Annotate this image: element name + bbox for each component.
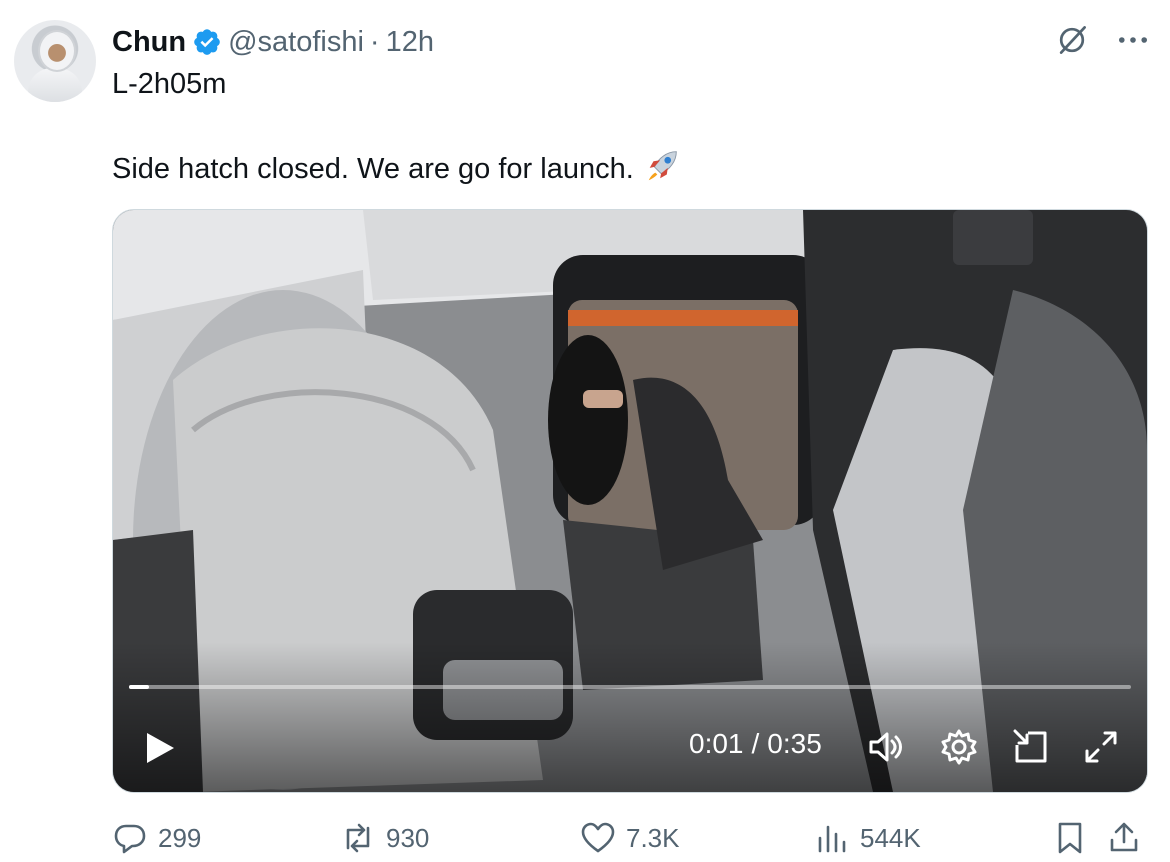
video-time: 0:01 / 0:35 [689,728,822,760]
like-button[interactable]: 7.3K [580,820,680,856]
reply-count: 299 [158,822,202,853]
avatar-helmet [38,30,76,72]
video-current-time: 0:01 [689,728,744,759]
rocket-icon [644,146,682,192]
bookmark-icon [1058,822,1082,854]
tweet-actions: 299 930 7.3K 544K [112,812,1146,862]
verified-badge-icon [192,27,222,57]
picture-in-picture-icon[interactable] [1011,727,1051,767]
fullscreen-icon[interactable] [1081,727,1121,767]
repost-count: 930 [386,822,430,853]
tweet-text-line1: L-2h05m [112,68,227,100]
share-icon [1110,822,1138,852]
tweet-text-line2: Side hatch closed. We are go for launch. [112,146,682,192]
share-button[interactable] [1106,820,1142,856]
tweet-text: Side hatch closed. We are go for launch. [112,152,634,185]
settings-icon[interactable] [939,727,979,767]
views-count: 544K [860,822,921,853]
video-duration: 0:35 [767,728,822,759]
author-name[interactable]: Chun [112,26,186,59]
reply-icon [114,824,146,854]
avatar-suit [28,68,82,102]
top-actions [1054,22,1150,63]
grok-icon[interactable] [1054,22,1090,63]
video-progress-fill [129,685,150,689]
more-options-icon[interactable] [1116,32,1150,53]
video-progress-bar[interactable] [129,685,1131,689]
views-button[interactable]: 544K [814,820,921,856]
play-icon[interactable] [141,730,177,766]
video-controls-gradient [113,642,1147,792]
reply-button[interactable]: 299 [112,820,201,856]
video-time-separator: / [751,728,760,759]
avatar[interactable] [14,20,96,102]
repost-button[interactable]: 930 [340,820,429,856]
repost-icon [346,823,370,853]
like-count: 7.3K [626,822,680,853]
tweet-time[interactable]: 12h [386,26,434,59]
heart-icon [581,822,615,853]
separator-dot: · [369,25,380,58]
author-handle[interactable]: @satofishi [228,26,364,59]
tweet-header: Chun @satofishi · 12h [112,22,434,62]
volume-icon[interactable] [865,727,905,767]
analytics-icon [818,825,846,853]
bookmark-button[interactable] [1052,820,1088,856]
video-player[interactable]: 0:01 / 0:35 [112,209,1148,793]
